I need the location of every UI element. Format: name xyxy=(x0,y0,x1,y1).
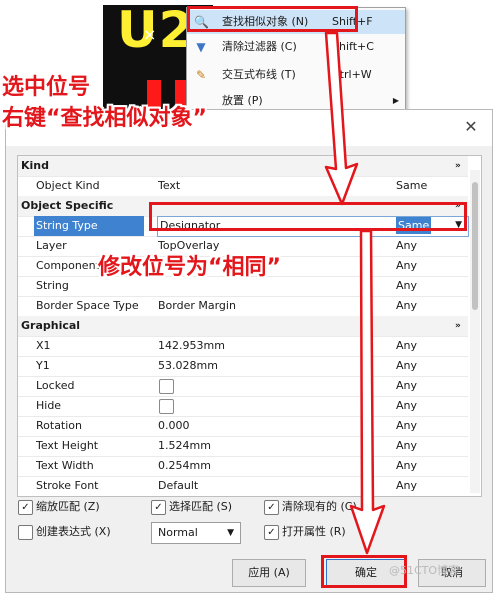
annotation-select-designator: 选中位号 xyxy=(2,75,91,100)
annotation-right-click: 右键“查找相似对象” xyxy=(2,106,207,131)
arrow-to-ok-button xyxy=(349,229,386,555)
annotation-set-same: 修改位号为“相同” xyxy=(98,255,281,280)
arrow-to-string-type xyxy=(324,31,359,206)
watermark: @51CTO博客 xyxy=(389,564,460,577)
